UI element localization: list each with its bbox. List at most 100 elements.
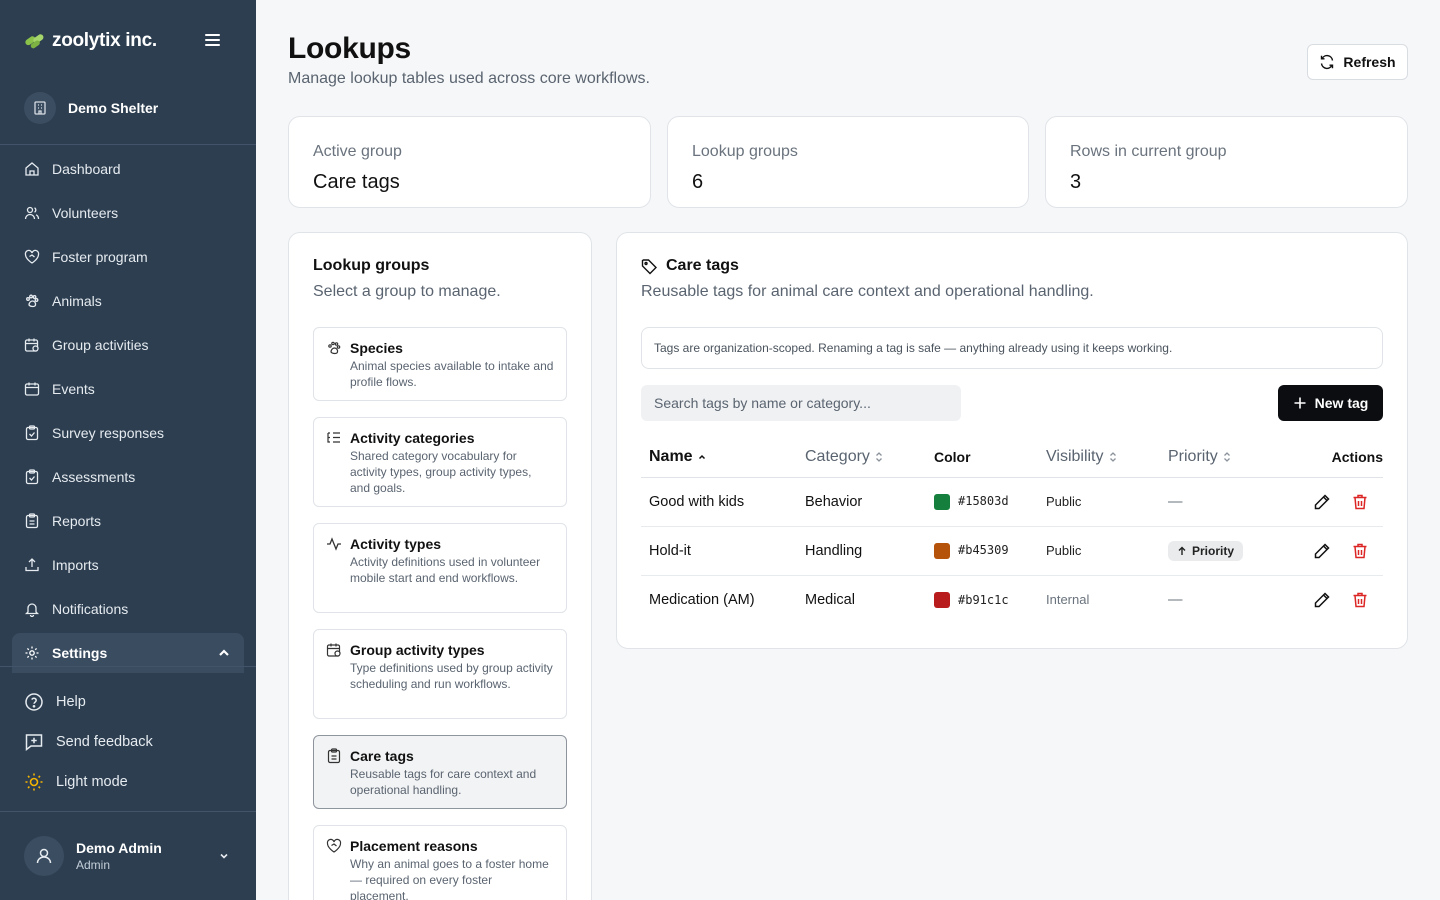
edit-button[interactable] [1313, 493, 1331, 511]
user-role: Admin [76, 858, 111, 872]
bell-icon [24, 603, 40, 617]
group-item-placement-reasons[interactable]: Placement reasons Why an animal goes to … [313, 825, 567, 900]
column-header-name[interactable]: Name [641, 437, 797, 478]
sort-icon [875, 451, 882, 462]
arrow-up-icon [1178, 546, 1186, 555]
nav-item-settings[interactable]: Settings [12, 633, 244, 673]
table-row: Hold-it Handling #b45309 Public Priority [641, 526, 1383, 576]
nav-item-notifications[interactable]: Notifications [12, 587, 244, 631]
info-notice: Tags are organization-scoped. Renaming a… [641, 327, 1383, 369]
stat-card-lookup-groups: Lookup groups 6 [667, 116, 1029, 208]
nav-label: Animals [52, 293, 102, 309]
help-label: Help [56, 694, 86, 710]
trash-icon [1353, 543, 1367, 558]
group-item-species[interactable]: Species Animal species available to inta… [313, 327, 567, 401]
new-tag-button[interactable]: New tag [1278, 385, 1383, 421]
clipboard-check-icon [25, 425, 39, 441]
menu-toggle-button[interactable] [204, 32, 224, 50]
nav-item-events[interactable]: Events [12, 367, 244, 411]
group-desc: Shared category vocabulary for activity … [350, 449, 532, 495]
org-switcher[interactable]: Demo Shelter [24, 92, 158, 124]
nav-label: Notifications [52, 601, 129, 617]
group-title: Activity types [350, 536, 442, 552]
chevron-down-icon [220, 853, 228, 859]
nav-item-imports[interactable]: Imports [12, 543, 244, 587]
delete-button[interactable] [1351, 493, 1369, 511]
group-item-activity-types[interactable]: Activity types Activity definitions used… [313, 523, 567, 613]
cell-name: Hold-it [641, 526, 797, 576]
table-row: Good with kids Behavior #15803d Public — [641, 477, 1383, 527]
group-item-activity-categories[interactable]: Activity categories Shared category voca… [313, 417, 567, 507]
color-hex: #b91c1c [958, 592, 1009, 607]
column-header-visibility[interactable]: Visibility [1038, 437, 1160, 478]
color-hex: #15803d [958, 494, 1009, 509]
user-menu[interactable]: Demo Admin Admin [24, 836, 232, 876]
cell-actions [1280, 575, 1383, 624]
group-title: Activity categories [350, 430, 475, 446]
new-tag-label: New tag [1314, 395, 1369, 411]
brand-logo[interactable]: zoolytix inc. [24, 28, 157, 54]
group-desc: Activity definitions used in volunteer m… [350, 555, 541, 585]
color-hex: #b45309 [958, 543, 1009, 558]
nav-label: Settings [52, 645, 108, 661]
sun-icon [25, 773, 43, 791]
nav-item-volunteers[interactable]: Volunteers [12, 191, 244, 235]
edit-button[interactable] [1313, 591, 1331, 609]
nav-item-animals[interactable]: Animals [12, 279, 244, 323]
panel-title-text: Care tags [666, 257, 739, 274]
column-header-category[interactable]: Category [797, 437, 926, 478]
stat-label: Active group [313, 143, 402, 160]
group-title: Placement reasons [350, 838, 478, 854]
cell-category: Handling [797, 526, 926, 576]
visibility-text: Public [1046, 542, 1082, 558]
group-item-care-tags[interactable]: Care tags Reusable tags for care context… [313, 735, 567, 809]
column-label: Visibility [1046, 447, 1104, 465]
nav-item-foster-program[interactable]: Foster program [12, 235, 244, 279]
delete-button[interactable] [1351, 591, 1369, 609]
chevron-up-icon [219, 649, 229, 656]
home-icon [25, 162, 39, 176]
table-row: Medication (AM) Medical #b91c1c Internal… [641, 575, 1383, 624]
cell-priority: — [1160, 477, 1280, 527]
stat-card-rows-in-group: Rows in current group 3 [1045, 116, 1408, 208]
paw-icon [328, 341, 341, 355]
user-info: Demo Admin Admin [76, 840, 162, 872]
cell-color: #b45309 [926, 526, 1038, 576]
nav-item-reports[interactable]: Reports [12, 499, 244, 543]
group-title: Group activity types [350, 642, 485, 658]
color-swatch [934, 591, 950, 608]
sidebar: zoolytix inc. Demo Shelter Dashboard Vol… [0, 0, 256, 900]
search-input[interactable] [641, 385, 961, 421]
refresh-button[interactable]: Refresh [1307, 44, 1408, 80]
divider [0, 811, 256, 812]
nav-label: Foster program [52, 249, 148, 265]
group-item-group-activity-types[interactable]: Group activity types Type definitions us… [313, 629, 567, 719]
send-feedback-link[interactable]: Send feedback [24, 722, 153, 762]
column-header-priority[interactable]: Priority [1160, 437, 1280, 478]
heart-handshake-icon [24, 249, 40, 264]
theme-toggle[interactable]: Light mode [24, 762, 153, 802]
column-label: Color [934, 448, 971, 465]
nav-item-survey-responses[interactable]: Survey responses [12, 411, 244, 455]
care-tags-panel: Care tags Reusable tags for animal care … [616, 232, 1408, 649]
nav-item-group-activities[interactable]: Group activities [12, 323, 244, 367]
nav-label: Dashboard [52, 161, 121, 177]
delete-button[interactable] [1351, 542, 1369, 560]
divider [0, 144, 256, 145]
column-header-color: Color [926, 437, 1038, 478]
sort-icon [1223, 451, 1230, 462]
calendar-clock-icon [326, 643, 341, 657]
org-name: Demo Shelter [68, 100, 159, 116]
sidebar-footer-links: Help Send feedback Light mode [24, 682, 153, 802]
nav-item-assessments[interactable]: Assessments [12, 455, 244, 499]
column-label: Category [805, 447, 870, 465]
edit-button[interactable] [1313, 542, 1331, 560]
cell-category: Medical [805, 591, 855, 608]
nav-label: Assessments [52, 469, 136, 485]
heart-handshake-icon [326, 838, 342, 853]
cell-category: Behavior [797, 477, 926, 527]
theme-label: Light mode [56, 774, 128, 790]
help-link[interactable]: Help [24, 682, 153, 722]
cell-visibility: Public [1038, 526, 1160, 576]
nav-item-dashboard[interactable]: Dashboard [12, 147, 244, 191]
